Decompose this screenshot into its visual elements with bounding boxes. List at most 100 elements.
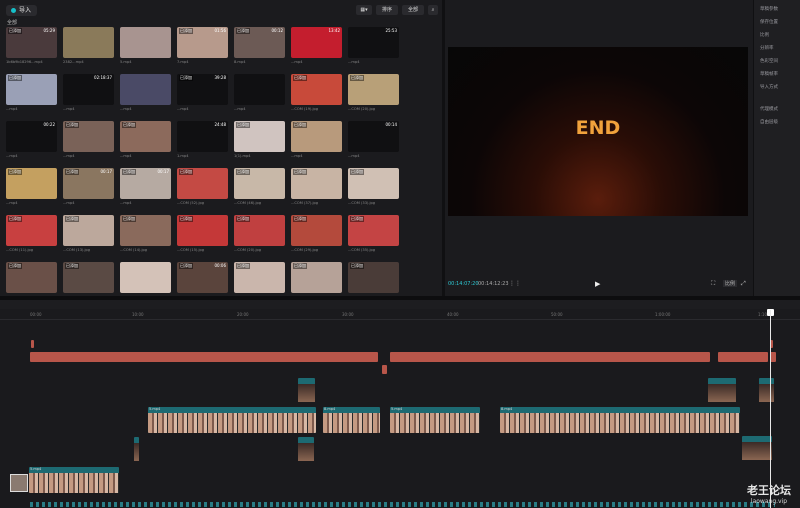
media-filename: 1b6b9b18296...mp4 bbox=[6, 60, 43, 64]
crop-icon[interactable]: ⛶ bbox=[711, 280, 715, 288]
media-item[interactable]: ...mp4 bbox=[234, 74, 285, 118]
ruler-tick: 20:00 bbox=[237, 312, 249, 317]
media-item[interactable]: 已添加 ...COM (15).jpg bbox=[177, 215, 228, 259]
sort-button[interactable]: 排序 bbox=[376, 5, 398, 15]
setting-color-space[interactable]: 色彩空间 bbox=[760, 58, 778, 64]
media-item[interactable]: 已添加...mp4 bbox=[6, 168, 57, 212]
media-item[interactable]: 已添加 ...COM (20).jpg bbox=[348, 74, 399, 118]
media-item[interactable]: 已添加 00:12 8.mp4 bbox=[234, 27, 285, 71]
media-item[interactable]: 已添加...mp4 bbox=[120, 121, 171, 165]
setting-ratio[interactable]: 比例 bbox=[760, 32, 769, 38]
video-clip[interactable] bbox=[134, 437, 139, 461]
media-item[interactable]: 已添加 ...COM (14).jpg bbox=[120, 215, 171, 259]
added-badge: 已添加 bbox=[65, 169, 79, 175]
playhead[interactable] bbox=[770, 310, 771, 508]
media-item[interactable]: 已添加...mp4 bbox=[234, 262, 285, 295]
media-thumbnail: 24:48 bbox=[177, 121, 228, 152]
media-filename: 5.mp4 bbox=[120, 60, 132, 64]
video-clip[interactable] bbox=[298, 437, 314, 461]
ratio-button[interactable]: 比例 bbox=[723, 280, 738, 287]
setting-draft-params[interactable]: 草稿参数 bbox=[760, 6, 778, 12]
media-item[interactable]: 已添加 ...COM (33).jpg bbox=[348, 168, 399, 212]
added-badge: 已添加 bbox=[179, 169, 193, 175]
audio-clip[interactable] bbox=[30, 352, 378, 362]
media-item[interactable]: 已添加 ...COM (35).jpg bbox=[348, 215, 399, 259]
media-item[interactable]: 已添加...mp4 bbox=[348, 262, 399, 295]
setting-frame-rate[interactable]: 草稿帧率 bbox=[760, 71, 778, 77]
media-item[interactable]: ...mp4 bbox=[120, 74, 171, 118]
media-thumbnail: 已添加 01:56 bbox=[177, 27, 228, 58]
media-item[interactable]: 已添加...mp4 bbox=[291, 262, 342, 295]
media-item[interactable]: 已添加 1(1).mp4 bbox=[234, 121, 285, 165]
audio-clip[interactable] bbox=[390, 352, 710, 362]
media-item[interactable]: 已添加 ...COM (11).jpg bbox=[6, 215, 57, 259]
setting-import-mode[interactable]: 导入方式 bbox=[760, 84, 778, 90]
media-item[interactable]: 已添加 05:29 1b6b9b18296...mp4 bbox=[6, 27, 57, 71]
audio-clip[interactable] bbox=[382, 365, 387, 374]
media-item[interactable]: 已添加 00:17 ...mp4 bbox=[120, 168, 171, 212]
video-clip[interactable]: 5.mp4 bbox=[29, 467, 119, 493]
media-item[interactable]: 13:42 ...mp4 bbox=[291, 27, 342, 71]
clip-label: 8.mp4 bbox=[501, 407, 513, 411]
media-item[interactable]: 02:18:37 ...mp4 bbox=[63, 74, 114, 118]
setting-save-location[interactable]: 保存位置 bbox=[760, 19, 778, 25]
media-item[interactable]: 24:48 1.mp4 bbox=[177, 121, 228, 165]
video-clip[interactable]: 8.mp4 bbox=[323, 407, 380, 433]
video-clip[interactable] bbox=[708, 378, 736, 402]
audio-waveform-track[interactable] bbox=[30, 502, 775, 507]
setting-resolution[interactable]: 分辨率 bbox=[760, 45, 774, 51]
timeline-panel: 00:00 10:00 20:00 30:00 40:00 50:00 1:00… bbox=[0, 300, 800, 508]
media-item[interactable]: 00:14 ...mp4 bbox=[348, 121, 399, 165]
media-thumbnail: 已添加 bbox=[234, 215, 285, 246]
play-button[interactable]: ▶ bbox=[595, 280, 600, 288]
ruler-tick: 00:00 bbox=[30, 312, 42, 317]
media-filename: ...mp4 bbox=[120, 107, 132, 111]
view-mode-button[interactable]: ▦▾ bbox=[356, 5, 372, 15]
fullscreen-icon[interactable]: ⤢ bbox=[741, 280, 746, 288]
media-item[interactable]: 已添加...mp4 bbox=[63, 262, 114, 295]
filter-button[interactable]: 全部 bbox=[402, 5, 424, 15]
added-badge: 已添加 bbox=[122, 169, 136, 175]
setting-proxy-mode[interactable]: 代理模式 bbox=[760, 106, 778, 112]
media-item[interactable]: 已添加 00:17 ...mp4 bbox=[63, 168, 114, 212]
media-item[interactable]: 已添加00:06...mp4 bbox=[177, 262, 228, 295]
time-ruler[interactable]: 00:00 10:00 20:00 30:00 40:00 50:00 1:00… bbox=[0, 309, 800, 320]
audio-clip[interactable] bbox=[718, 352, 768, 362]
media-item[interactable]: 已添加...mp4 bbox=[6, 262, 57, 295]
media-item[interactable]: ...mp4 bbox=[120, 262, 171, 295]
video-clip[interactable] bbox=[759, 378, 774, 402]
ruler-tick: 40:00 bbox=[447, 312, 459, 317]
media-panel: 导入 ▦▾ 排序 全部 ⌕ 全部 已添加 05:29 1b6b9b18296...m… bbox=[0, 0, 442, 296]
video-clip[interactable] bbox=[298, 378, 315, 402]
cover-thumbnail[interactable] bbox=[10, 474, 28, 492]
added-badge: 已添加 bbox=[65, 216, 79, 222]
media-item[interactable]: 2382...mp4 bbox=[63, 27, 114, 71]
import-button[interactable]: 导入 bbox=[6, 5, 38, 16]
media-item[interactable]: 已添加...mp4 bbox=[63, 121, 114, 165]
media-item[interactable]: 已添加...mp4 bbox=[6, 74, 57, 118]
search-icon[interactable]: ⌕ bbox=[428, 5, 438, 15]
video-clip[interactable]: 5.mp4 bbox=[390, 407, 480, 433]
media-duration: 00:17 bbox=[157, 169, 169, 174]
media-item[interactable]: 已添加 ...COM (19).jpg bbox=[291, 74, 342, 118]
media-item[interactable]: 已添加 ...COM (52).jpg bbox=[177, 168, 228, 212]
setting-free-layer[interactable]: 自由层级 bbox=[760, 119, 778, 125]
media-item[interactable]: 25:53 ...mp4 bbox=[348, 27, 399, 71]
video-preview[interactable]: END bbox=[448, 47, 748, 216]
media-item[interactable]: 已添加 ...COM (29).jpg bbox=[291, 215, 342, 259]
media-item[interactable]: 5.mp4 bbox=[120, 27, 171, 71]
video-clip[interactable] bbox=[742, 436, 772, 460]
video-clip[interactable]: 8.mp4 bbox=[500, 407, 740, 433]
media-item[interactable]: 已添加 ...COM (37).jpg bbox=[291, 168, 342, 212]
media-item[interactable]: 已添加 39:28 ...mp4 bbox=[177, 74, 228, 118]
timecode-format-icon[interactable]: ⋮⋮ bbox=[509, 280, 521, 287]
audio-clip[interactable] bbox=[31, 340, 34, 348]
media-filename: ...mp4 bbox=[177, 107, 189, 111]
media-item[interactable]: 已添加 ...COM (13).jpg bbox=[63, 215, 114, 259]
video-clip[interactable]: 5.mp4 bbox=[148, 407, 316, 433]
media-item[interactable]: 已添加 ...COM (20).jpg bbox=[234, 215, 285, 259]
media-item[interactable]: 已添加 ...COM (46).jpg bbox=[234, 168, 285, 212]
media-item[interactable]: 00:22 ...mp4 bbox=[6, 121, 57, 165]
media-item[interactable]: 已添加 01:56 7.mp4 bbox=[177, 27, 228, 71]
media-item[interactable]: 已添加...mp4 bbox=[291, 121, 342, 165]
